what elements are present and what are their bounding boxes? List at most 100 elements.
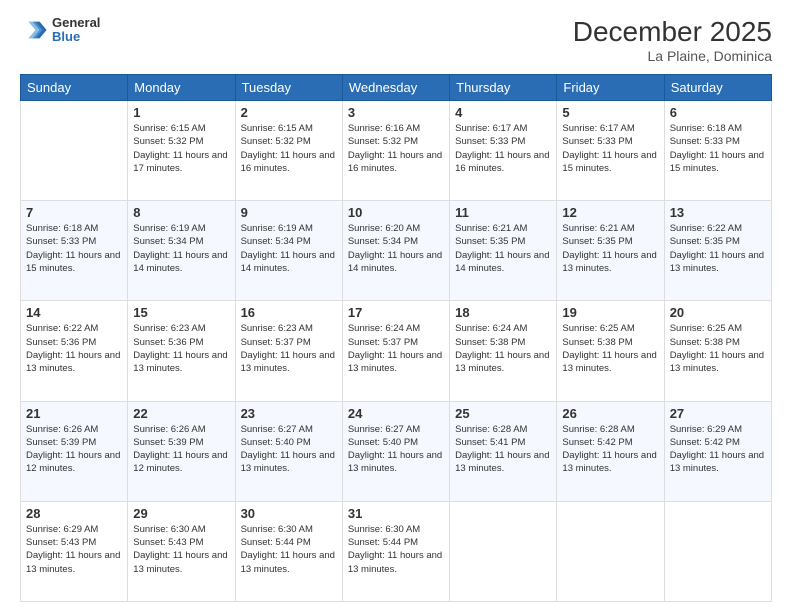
day-info: Sunrise: 6:28 AMSunset: 5:42 PMDaylight:… [562,423,658,476]
calendar-cell: 1 Sunrise: 6:15 AMSunset: 5:32 PMDaylight… [128,101,235,201]
calendar-cell: 17 Sunrise: 6:24 AMSunset: 5:37 PMDayligh… [342,301,449,401]
day-number: 23 [241,406,337,421]
day-number: 18 [455,305,551,320]
day-info: Sunrise: 6:27 AMSunset: 5:40 PMDaylight:… [348,423,444,476]
day-info: Sunrise: 6:23 AMSunset: 5:36 PMDaylight:… [133,322,229,375]
calendar-cell: 9 Sunrise: 6:19 AMSunset: 5:34 PMDaylight… [235,201,342,301]
day-number: 21 [26,406,122,421]
weekday-header-monday: Monday [128,75,235,101]
calendar-cell: 16Sunrise: 6:23 AMSunset: 5:37 PMDayligh… [235,301,342,401]
day-number: 8 [133,205,229,220]
day-number: 17 [348,305,444,320]
calendar-cell: 18 Sunrise: 6:24 AMSunset: 5:38 PMDayligh… [450,301,557,401]
day-number: 12 [562,205,658,220]
day-number: 6 [670,105,766,120]
day-info: Sunrise: 6:26 AMSunset: 5:39 PMDaylight:… [26,423,122,476]
calendar-cell: 31 Sunrise: 6:30 AMSunset: 5:44 PMDayligh… [342,501,449,601]
calendar-cell: 12 Sunrise: 6:21 AMSunset: 5:35 PMDayligh… [557,201,664,301]
day-info: Sunrise: 6:15 AMSunset: 5:32 PMDaylight:… [133,122,229,175]
calendar-cell: 10Sunrise: 6:20 AMSunset: 5:34 PMDayligh… [342,201,449,301]
calendar-cell [557,501,664,601]
calendar-cell: 28 Sunrise: 6:29 AMSunset: 5:43 PMDayligh… [21,501,128,601]
calendar-cell: 29Sunrise: 6:30 AMSunset: 5:43 PMDayligh… [128,501,235,601]
day-info: Sunrise: 6:24 AMSunset: 5:38 PMDaylight:… [455,322,551,375]
day-info: Sunrise: 6:30 AMSunset: 5:43 PMDaylight:… [133,523,229,576]
logo-text: General Blue [52,16,100,45]
day-number: 20 [670,305,766,320]
day-info: Sunrise: 6:21 AMSunset: 5:35 PMDaylight:… [455,222,551,275]
calendar-cell: 14Sunrise: 6:22 AMSunset: 5:36 PMDayligh… [21,301,128,401]
day-number: 22 [133,406,229,421]
day-number: 27 [670,406,766,421]
header: General Blue December 2025 La Plaine, Do… [20,16,772,64]
calendar-cell [664,501,771,601]
day-number: 3 [348,105,444,120]
calendar-cell: 8Sunrise: 6:19 AMSunset: 5:34 PMDaylight… [128,201,235,301]
day-number: 30 [241,506,337,521]
calendar-cell: 22Sunrise: 6:26 AMSunset: 5:39 PMDayligh… [128,401,235,501]
calendar-cell: 3 Sunrise: 6:16 AMSunset: 5:32 PMDaylight… [342,101,449,201]
day-info: Sunrise: 6:16 AMSunset: 5:32 PMDaylight:… [348,122,444,175]
day-info: Sunrise: 6:28 AMSunset: 5:41 PMDaylight:… [455,423,551,476]
day-number: 25 [455,406,551,421]
weekday-header-friday: Friday [557,75,664,101]
day-info: Sunrise: 6:29 AMSunset: 5:43 PMDaylight:… [26,523,122,576]
weekday-header-saturday: Saturday [664,75,771,101]
month-title: December 2025 [573,16,772,48]
calendar-cell [450,501,557,601]
day-number: 24 [348,406,444,421]
calendar-cell: 5 Sunrise: 6:17 AMSunset: 5:33 PMDaylight… [557,101,664,201]
day-number: 11 [455,205,551,220]
weekday-header-tuesday: Tuesday [235,75,342,101]
calendar-cell: 20 Sunrise: 6:25 AMSunset: 5:38 PMDayligh… [664,301,771,401]
weekday-header-wednesday: Wednesday [342,75,449,101]
logo: General Blue [20,16,100,45]
location: La Plaine, Dominica [573,48,772,64]
calendar-cell: 27 Sunrise: 6:29 AMSunset: 5:42 PMDayligh… [664,401,771,501]
day-info: Sunrise: 6:17 AMSunset: 5:33 PMDaylight:… [562,122,658,175]
day-number: 4 [455,105,551,120]
logo-blue: Blue [52,30,100,44]
day-number: 14 [26,305,122,320]
day-info: Sunrise: 6:29 AMSunset: 5:42 PMDaylight:… [670,423,766,476]
day-number: 2 [241,105,337,120]
day-number: 19 [562,305,658,320]
calendar-cell: 23 Sunrise: 6:27 AMSunset: 5:40 PMDayligh… [235,401,342,501]
day-number: 1 [133,105,229,120]
logo-icon [20,16,48,44]
calendar-week-3: 14Sunrise: 6:22 AMSunset: 5:36 PMDayligh… [21,301,772,401]
calendar-cell: 6 Sunrise: 6:18 AMSunset: 5:33 PMDaylight… [664,101,771,201]
weekday-header-sunday: Sunday [21,75,128,101]
calendar-cell: 15Sunrise: 6:23 AMSunset: 5:36 PMDayligh… [128,301,235,401]
calendar-cell: 11 Sunrise: 6:21 AMSunset: 5:35 PMDayligh… [450,201,557,301]
day-info: Sunrise: 6:15 AMSunset: 5:32 PMDaylight:… [241,122,337,175]
day-number: 9 [241,205,337,220]
calendar-cell: 25 Sunrise: 6:28 AMSunset: 5:41 PMDayligh… [450,401,557,501]
day-info: Sunrise: 6:18 AMSunset: 5:33 PMDaylight:… [670,122,766,175]
day-number: 5 [562,105,658,120]
page: General Blue December 2025 La Plaine, Do… [0,0,792,612]
title-block: December 2025 La Plaine, Dominica [573,16,772,64]
calendar-cell: 30Sunrise: 6:30 AMSunset: 5:44 PMDayligh… [235,501,342,601]
day-info: Sunrise: 6:25 AMSunset: 5:38 PMDaylight:… [562,322,658,375]
calendar-table: SundayMondayTuesdayWednesdayThursdayFrid… [20,74,772,602]
day-info: Sunrise: 6:20 AMSunset: 5:34 PMDaylight:… [348,222,444,275]
day-info: Sunrise: 6:22 AMSunset: 5:35 PMDaylight:… [670,222,766,275]
calendar-cell: 13Sunrise: 6:22 AMSunset: 5:35 PMDayligh… [664,201,771,301]
calendar-cell: 2 Sunrise: 6:15 AMSunset: 5:32 PMDaylight… [235,101,342,201]
day-info: Sunrise: 6:23 AMSunset: 5:37 PMDaylight:… [241,322,337,375]
day-number: 31 [348,506,444,521]
day-info: Sunrise: 6:24 AMSunset: 5:37 PMDaylight:… [348,322,444,375]
calendar-cell [21,101,128,201]
calendar-cell: 19 Sunrise: 6:25 AMSunset: 5:38 PMDayligh… [557,301,664,401]
calendar-week-5: 28 Sunrise: 6:29 AMSunset: 5:43 PMDayligh… [21,501,772,601]
day-info: Sunrise: 6:30 AMSunset: 5:44 PMDaylight:… [348,523,444,576]
day-info: Sunrise: 6:25 AMSunset: 5:38 PMDaylight:… [670,322,766,375]
day-info: Sunrise: 6:19 AMSunset: 5:34 PMDaylight:… [241,222,337,275]
day-number: 28 [26,506,122,521]
day-info: Sunrise: 6:17 AMSunset: 5:33 PMDaylight:… [455,122,551,175]
day-info: Sunrise: 6:18 AMSunset: 5:33 PMDaylight:… [26,222,122,275]
day-info: Sunrise: 6:21 AMSunset: 5:35 PMDaylight:… [562,222,658,275]
day-info: Sunrise: 6:27 AMSunset: 5:40 PMDaylight:… [241,423,337,476]
calendar-cell: 21 Sunrise: 6:26 AMSunset: 5:39 PMDayligh… [21,401,128,501]
